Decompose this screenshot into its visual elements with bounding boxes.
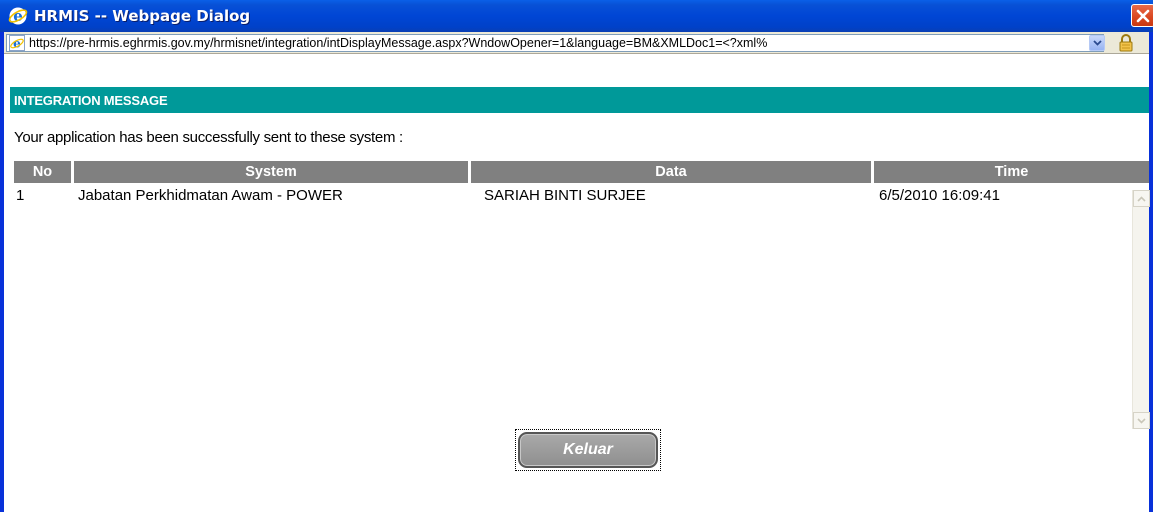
window-title: HRMIS -- Webpage Dialog: [34, 7, 251, 25]
scroll-down-button[interactable]: [1133, 412, 1150, 429]
address-field[interactable]: e https://pre-hrmis.eghrmis.gov.my/hrmis…: [6, 34, 1104, 52]
dialog-window: e HRMIS -- Webpage Dialog e https://pre-…: [0, 0, 1153, 512]
address-bar: e https://pre-hrmis.eghrmis.gov.my/hrmis…: [4, 32, 1149, 54]
lock-icon[interactable]: [1118, 34, 1134, 52]
column-header-system[interactable]: System: [74, 161, 471, 183]
column-header-data[interactable]: Data: [471, 161, 874, 183]
cell-system: Jabatan Perkhidmatan Awam - POWER: [78, 186, 343, 204]
intro-message: Your application has been successfully s…: [14, 129, 403, 146]
address-dropdown-button[interactable]: [1089, 35, 1105, 51]
cell-no: 1: [16, 186, 25, 204]
chevron-up-icon: [1137, 195, 1146, 202]
dialog-content: INTEGRATION MESSAGE Your application has…: [4, 54, 1150, 512]
ie-page-icon: e: [9, 35, 25, 51]
vertical-scrollbar[interactable]: [1132, 190, 1150, 429]
close-button[interactable]: [1131, 4, 1153, 27]
integration-table: No System Data Time 1 Jabatan Perkhidmat…: [14, 161, 1149, 207]
keluar-button[interactable]: Keluar: [518, 432, 658, 468]
address-url: https://pre-hrmis.eghrmis.gov.my/hrmisne…: [29, 36, 768, 50]
cell-data: SARIAH BINTI SURJEE: [484, 186, 646, 204]
scroll-up-button[interactable]: [1133, 190, 1150, 207]
table-header-row: No System Data Time: [14, 161, 1149, 183]
ie-icon: e: [8, 6, 28, 26]
chevron-down-icon: [1137, 417, 1146, 424]
title-bar[interactable]: e HRMIS -- Webpage Dialog: [0, 0, 1153, 32]
close-icon: [1136, 9, 1150, 22]
table-row: 1 Jabatan Perkhidmatan Awam - POWER SARI…: [14, 183, 1149, 207]
cell-time: 6/5/2010 16:09:41: [879, 186, 1000, 204]
section-header: INTEGRATION MESSAGE: [10, 87, 1149, 113]
column-header-time[interactable]: Time: [874, 161, 1149, 183]
chevron-down-icon: [1092, 40, 1102, 46]
keluar-focus-ring: Keluar: [515, 429, 661, 471]
column-header-no[interactable]: No: [14, 161, 74, 183]
